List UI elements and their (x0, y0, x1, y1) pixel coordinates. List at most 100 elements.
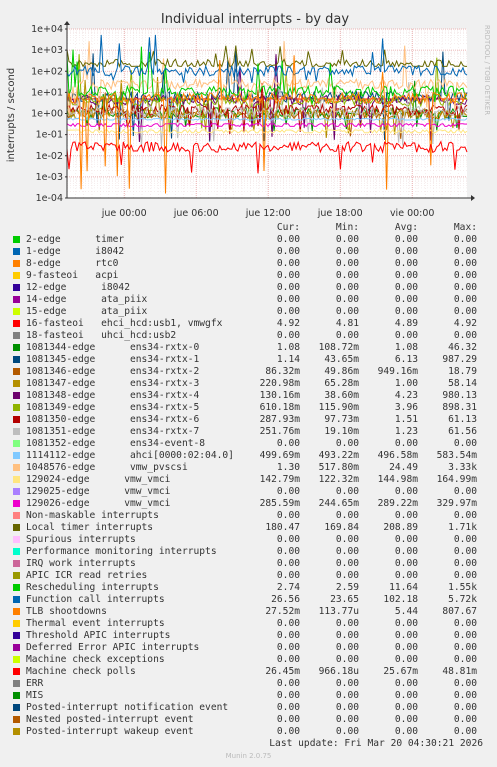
legend-avg: 0.00 (394, 558, 418, 569)
legend-cur: 0.00 (276, 714, 300, 725)
legend-cur: 0.00 (276, 642, 300, 653)
legend-max: 61.13 (448, 414, 477, 425)
legend-swatch (13, 296, 20, 303)
legend-swatch (13, 428, 20, 435)
x-tick-label: vie 00:00 (390, 208, 435, 219)
legend-item: 2-edge timer 0.00 0.00 0.00 0.00 (12, 234, 482, 246)
y-tick-label: 1e-04 (36, 193, 63, 204)
legend-swatch (13, 596, 20, 603)
legend-label: Rescheduling interrupts (26, 582, 159, 593)
legend-label: Function call interrupts (26, 594, 165, 605)
legend-item: 18-fasteoi uhci_hcd:usb2 0.00 0.00 0.00 0.00 (12, 330, 482, 342)
legend-swatch (13, 380, 20, 387)
legend-item: 1-edge i8042 0.00 0.00 0.00 0.00 (12, 246, 482, 258)
rrdtool-credit: RRDTOOL / TOBI OETIKER (483, 25, 491, 115)
legend-avg: 6.13 (394, 354, 418, 365)
legend: Cur: Min: Avg: Max: 2-edge timer 0.00 0.00… (12, 222, 482, 738)
legend-label: Deferred Error APIC interrupts (26, 642, 200, 653)
legend-cur: 251.76m (259, 426, 300, 437)
legend-label: 1081345-edge ens34-rxtx-1 (26, 354, 200, 365)
legend-swatch (13, 536, 20, 543)
legend-label: ERR (26, 678, 44, 689)
legend-item: Non-maskable interrupts 0.00 0.00 0.00 0.00 (12, 510, 482, 522)
legend-min: 65.28m (324, 378, 359, 389)
legend-max: 898.31 (442, 402, 477, 413)
y-axis-arrow (64, 21, 70, 25)
legend-cur: 0.00 (276, 282, 300, 293)
legend-item: 14-edge ata_piix 0.00 0.00 0.00 0.00 (12, 294, 482, 306)
legend-min: 0.00 (335, 726, 359, 737)
legend-label: 129026-edge vmw_vmci (26, 498, 171, 509)
legend-min: 0.00 (335, 558, 359, 569)
legend-max: 0.00 (453, 546, 477, 557)
legend-item: 1081346-edge ens34-rxtx-2 86.32m 49.86m 949… (12, 366, 482, 378)
legend-label: 1081344-edge ens34-rxtx-0 (26, 342, 200, 353)
legend-swatch (13, 392, 20, 399)
legend-item: 9-fasteoi acpi 0.00 0.00 0.00 0.00 (12, 270, 482, 282)
header-avg: Avg: (394, 222, 418, 233)
legend-cur: 2.74 (276, 582, 300, 593)
legend-label: IRQ work interrupts (26, 558, 136, 569)
legend-max: 164.99m (436, 474, 477, 485)
legend-max: 61.56 (448, 426, 477, 437)
legend-cur: 180.47 (265, 522, 300, 533)
legend-item: Machine check polls 26.45m 966.18u 25.67m 48… (12, 666, 482, 678)
legend-swatch (13, 728, 20, 735)
legend-min: 23.65 (330, 594, 359, 605)
legend-swatch (13, 356, 20, 363)
legend-max: 0.00 (453, 642, 477, 653)
legend-swatch (13, 368, 20, 375)
legend-min: 4.81 (335, 318, 359, 329)
legend-max: 46.32 (448, 342, 477, 353)
legend-max: 0.00 (453, 294, 477, 305)
legend-label: Thermal event interrupts (26, 618, 165, 629)
legend-label: 15-edge ata_piix (26, 306, 148, 317)
legend-swatch (13, 608, 20, 615)
legend-swatch (13, 680, 20, 687)
legend-min: 0.00 (335, 438, 359, 449)
legend-min: 0.00 (335, 690, 359, 701)
legend-min: 0.00 (335, 534, 359, 545)
legend-item: Spurious interrupts 0.00 0.00 0.00 0.00 (12, 534, 482, 546)
legend-avg: 4.89 (394, 318, 418, 329)
legend-item: 129026-edge vmw_vmci 285.59m 244.65m 289.22… (12, 498, 482, 510)
legend-avg: 949.16m (377, 366, 418, 377)
legend-avg: 0.00 (394, 294, 418, 305)
legend-avg: 0.00 (394, 726, 418, 737)
legend-avg: 496.58m (377, 450, 418, 461)
legend-cur: 142.79m (259, 474, 300, 485)
legend-max: 807.67 (442, 606, 477, 617)
legend-swatch (13, 548, 20, 555)
legend-swatch (13, 464, 20, 471)
legend-max: 0.00 (453, 246, 477, 257)
legend-cur: 86.32m (265, 366, 300, 377)
legend-avg: 0.00 (394, 702, 418, 713)
legend-label: Local timer interrupts (26, 522, 154, 533)
y-tick-label: 1e+03 (31, 45, 63, 56)
legend-avg: 0.00 (394, 270, 418, 281)
legend-max: 0.00 (453, 714, 477, 725)
legend-label: Machine check polls (26, 666, 136, 677)
legend-swatch (13, 716, 20, 723)
legend-avg: 0.00 (394, 258, 418, 269)
legend-avg: 0.00 (394, 642, 418, 653)
legend-avg: 11.64 (389, 582, 418, 593)
legend-label: 1081351-edge ens34-rxtx-7 (26, 426, 200, 437)
legend-cur: 1.08 (276, 342, 300, 353)
legend-swatch (13, 512, 20, 519)
legend-label: Posted-interrupt wakeup event (26, 726, 194, 737)
legend-min: 115.90m (318, 402, 359, 413)
legend-item: 129025-edge vmw_vmci 0.00 0.00 0.00 0.00 (12, 486, 482, 498)
legend-item: 1081350-edge ens34-rxtx-6 287.93m 97.73m 1.… (12, 414, 482, 426)
legend-label: Machine check exceptions (26, 654, 165, 665)
y-tick-label: 1e+01 (31, 87, 63, 98)
legend-item: 1081348-edge ens34-rxtx-4 130.16m 38.60m 4.… (12, 390, 482, 402)
legend-min: 0.00 (335, 234, 359, 245)
legend-max: 0.00 (453, 534, 477, 545)
legend-swatch (13, 632, 20, 639)
legend-label: 1081352-edge ens34-event-8 (26, 438, 206, 449)
legend-avg: 0.00 (394, 330, 418, 341)
legend-avg: 0.00 (394, 630, 418, 641)
legend-item: APIC ICR read retries 0.00 0.00 0.00 0.00 (12, 570, 482, 582)
legend-cur: 4.92 (276, 318, 300, 329)
